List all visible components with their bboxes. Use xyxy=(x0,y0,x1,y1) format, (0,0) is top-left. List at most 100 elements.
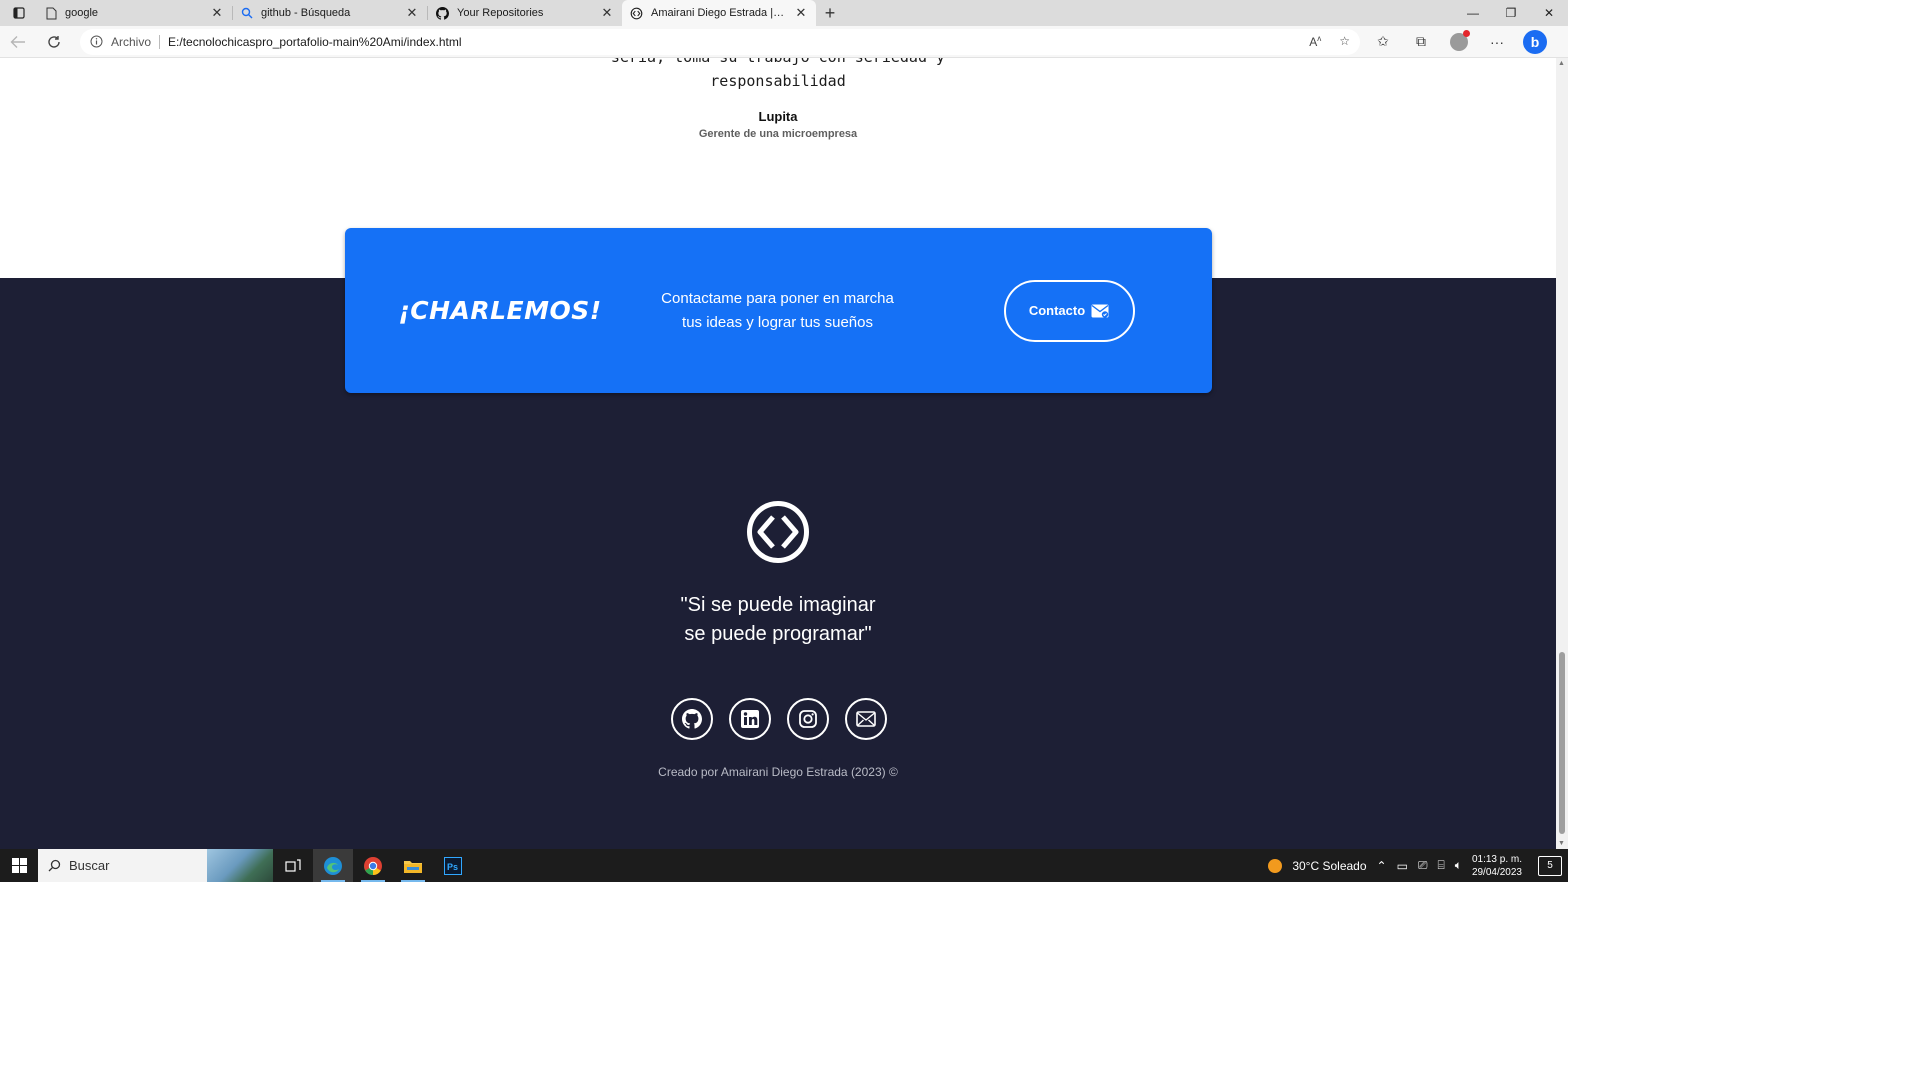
chrome-icon xyxy=(364,856,382,875)
code-icon xyxy=(630,7,643,19)
add-favorite-icon[interactable]: ☆ xyxy=(1339,34,1350,49)
linkedin-link[interactable] xyxy=(729,698,771,740)
window-controls: — ❐ ✕ xyxy=(1454,0,1568,26)
tab-github-search[interactable]: github - Búsqueda ✕ xyxy=(233,0,427,26)
social-links xyxy=(671,698,887,740)
taskbar-photoshop[interactable]: Ps xyxy=(433,849,473,882)
testimonial-author-role: Gerente de una microempresa xyxy=(698,128,858,140)
back-button[interactable] xyxy=(0,26,36,58)
close-icon[interactable]: ✕ xyxy=(600,5,614,21)
bing-chat-button[interactable]: b xyxy=(1518,28,1552,56)
meet-now-icon[interactable]: ▭ xyxy=(1397,859,1408,873)
collections-button[interactable]: ⧉ xyxy=(1404,28,1438,56)
notification-count: 5 xyxy=(1547,860,1553,871)
contact-button[interactable]: Contacto xyxy=(1003,279,1135,342)
active-indicator xyxy=(321,880,345,882)
github-link[interactable] xyxy=(671,698,713,740)
network-icon[interactable]: ⌸ xyxy=(1438,858,1445,873)
scrollbar-thumb[interactable] xyxy=(1559,652,1565,834)
clock[interactable]: 01:13 p. m. 29/04/2023 xyxy=(1472,853,1522,879)
bing-icon: b xyxy=(1523,29,1547,54)
folder-icon xyxy=(404,860,422,873)
instagram-icon xyxy=(799,710,817,728)
task-view-button[interactable] xyxy=(273,849,313,882)
weather-sun-icon xyxy=(1268,858,1283,873)
notification-center-button[interactable]: 5 xyxy=(1538,855,1562,876)
tab-label: Amairani Diego Estrada | Desarrolladora xyxy=(651,7,786,19)
chevron-up-icon[interactable]: ⌃ xyxy=(1377,859,1387,873)
address-url[interactable]: E:/tecnolochicaspro_portafolio-main%20Am… xyxy=(168,35,461,49)
collections-icon: ⧉ xyxy=(1416,33,1426,49)
start-button[interactable] xyxy=(0,849,38,882)
tab-google[interactable]: google ✕ xyxy=(38,0,232,26)
reload-button[interactable] xyxy=(36,26,72,58)
contact-banner-text: Contactame para poner en marcha tus idea… xyxy=(661,289,894,331)
plus-icon: + xyxy=(824,2,836,23)
envelope-check-icon xyxy=(1091,304,1109,318)
close-icon[interactable]: ✕ xyxy=(210,5,224,21)
scroll-down-arrow-icon[interactable]: ▼ xyxy=(1558,840,1565,847)
linkedin-icon xyxy=(741,710,759,728)
instagram-link[interactable] xyxy=(787,698,829,740)
minimize-button[interactable]: — xyxy=(1454,0,1492,26)
taskbar-edge[interactable] xyxy=(313,849,353,882)
browser-tab-bar: google ✕ github - Búsqueda ✕ Your Reposi… xyxy=(0,0,1568,26)
reload-icon xyxy=(48,35,60,48)
clock-date: 29/04/2023 xyxy=(1471,866,1522,878)
address-bar[interactable]: Archivo E:/tecnolochicaspro_portafolio-m… xyxy=(80,28,1360,55)
contact-button-label: Contacto xyxy=(1028,303,1086,318)
read-aloud-icon[interactable]: Aʌ xyxy=(1309,34,1321,49)
restore-icon: ❐ xyxy=(1505,6,1517,20)
testimonial-quote-line: responsabilidad xyxy=(710,72,846,90)
browser-toolbar: Archivo E:/tecnolochicaspro_portafolio-m… xyxy=(0,26,1568,58)
github-icon xyxy=(436,6,449,20)
taskbar-chrome[interactable] xyxy=(353,849,393,882)
contact-button-wrapper: Contacto xyxy=(900,279,1212,342)
tab-portfolio[interactable]: Amairani Diego Estrada | Desarrolladora … xyxy=(622,0,816,26)
tab-actions-icon xyxy=(13,7,25,19)
arrow-left-icon xyxy=(10,35,25,48)
tab-label: Your Repositories xyxy=(457,7,544,19)
address-actions: Aʌ ☆ xyxy=(1309,34,1350,49)
page-icon xyxy=(46,7,57,19)
profile-button[interactable] xyxy=(1442,28,1476,56)
favorites-button[interactable]: ✩ xyxy=(1366,28,1400,56)
email-link[interactable] xyxy=(845,698,887,740)
volume-icon[interactable]: 🔈︎ xyxy=(1455,858,1462,873)
avatar xyxy=(1450,29,1470,51)
system-tray: 30°C Soleado ⌃ ▭ ⎚ ⌸ 🔈︎ 01:13 p. m. 29/0… xyxy=(1268,853,1568,879)
testimonial-author-name: Lupita xyxy=(758,109,798,124)
restore-button[interactable]: ❐ xyxy=(1492,0,1530,26)
address-divider xyxy=(159,34,161,49)
email-icon xyxy=(856,711,876,727)
windows-taskbar: Buscar Ps 30°C Soleado ⌃ ▭ ⎚ ⌸ 🔈︎ 01:13 … xyxy=(0,849,1568,882)
weather-text[interactable]: 30°C Soleado xyxy=(1292,859,1366,873)
contact-banner: ¡CHARLEMOS! Contactame para poner en mar… xyxy=(345,228,1212,393)
more-icon: ··· xyxy=(1490,33,1504,50)
scroll-up-arrow-icon[interactable]: ▲ xyxy=(1558,60,1565,67)
search-highlight-image xyxy=(207,849,273,882)
close-icon: ✕ xyxy=(1543,6,1555,20)
close-window-button[interactable]: ✕ xyxy=(1530,0,1568,26)
info-icon xyxy=(90,35,103,48)
tab-label: google xyxy=(65,7,99,19)
svg-text:Ps: Ps xyxy=(447,862,458,872)
taskbar-search-placeholder: Buscar xyxy=(69,858,110,873)
page-scrollbar[interactable]: ▲ ▼ xyxy=(1556,58,1568,849)
tab-actions-button[interactable] xyxy=(0,0,38,26)
toolbar-actions: ✩ ⧉ ··· b xyxy=(1366,28,1552,56)
taskbar-file-explorer[interactable] xyxy=(393,849,433,882)
page-viewport: seria, toma su trabajo con seriedad y re… xyxy=(0,58,1556,849)
new-tab-button[interactable]: + xyxy=(816,0,844,26)
display-icon[interactable]: ⎚ xyxy=(1418,858,1428,873)
close-icon[interactable]: ✕ xyxy=(405,5,419,21)
close-icon[interactable]: ✕ xyxy=(794,5,808,21)
active-indicator xyxy=(401,880,425,882)
taskbar-search[interactable]: Buscar xyxy=(38,849,273,882)
testimonial-quote-line: seria, toma su trabajo con seriedad y xyxy=(0,58,1556,69)
minimize-icon: — xyxy=(1467,6,1479,20)
testimonial: seria, toma su trabajo con seriedad y re… xyxy=(0,58,1556,140)
tab-your-repositories[interactable]: Your Repositories ✕ xyxy=(428,0,622,26)
more-options-button[interactable]: ··· xyxy=(1480,28,1514,56)
github-icon xyxy=(682,709,702,729)
